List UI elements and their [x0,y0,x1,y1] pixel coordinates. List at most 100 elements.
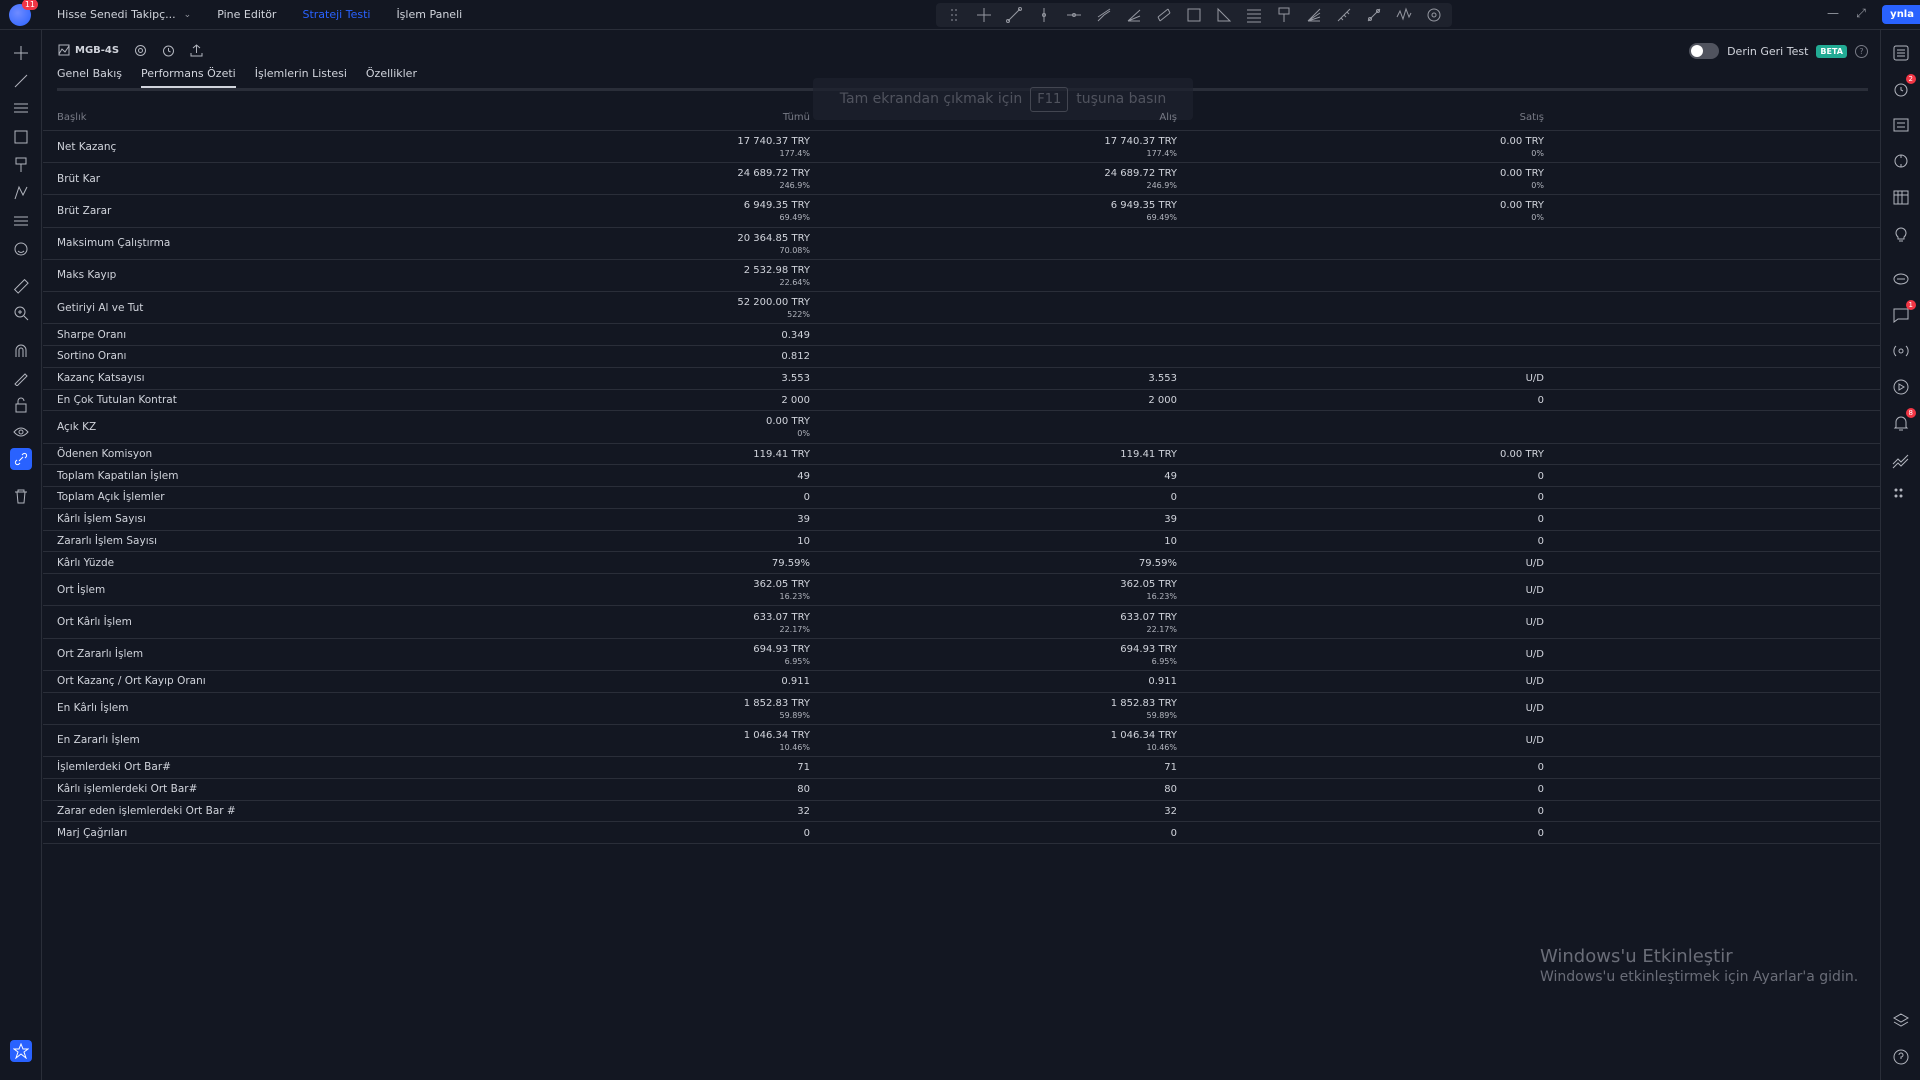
ruler-icon[interactable] [1332,4,1356,26]
strategy-tester-panel: MGB-4S Derin Geri Test BETA ? Genel Bakı… [43,31,1880,1080]
lock-icon[interactable] [10,394,32,416]
left-toolbar [0,30,42,1080]
cell-percent: 6.95% [784,656,810,666]
magnet-icon[interactable] [10,340,32,362]
menu-stock-screener[interactable]: Hisse Senedi Takipç... ⌄ [57,8,191,21]
cell-long: 0 [1171,827,1177,840]
alert-clock-icon[interactable] [161,43,175,57]
cell-value: 0 [1537,470,1544,482]
vertical-line-icon[interactable] [1032,4,1056,26]
row-title: Kârlı Yüzde [57,556,115,569]
chat-icon[interactable]: 1 [1890,300,1916,326]
zoom-icon[interactable] [10,302,32,324]
dots-menu-icon[interactable] [1890,482,1912,504]
horizontal-line-icon[interactable] [1062,4,1086,26]
streams-icon[interactable] [1890,268,1912,290]
row-title: Toplam Açık İşlemler [57,491,165,504]
help-icon[interactable]: ? [1855,44,1868,58]
trend-line-icon[interactable] [1002,4,1026,26]
play-icon[interactable] [1890,376,1912,398]
menu-stock-screener-label: Hisse Senedi Takipç... [57,8,176,21]
star-icon[interactable] [10,1040,32,1062]
top-menu: Hisse Senedi Takipç... ⌄ Pine Editör Str… [57,8,488,21]
cell-value: 0 [1537,806,1544,817]
pitchfork-icon[interactable] [1122,4,1146,26]
strategy-name[interactable]: MGB-4S [57,43,119,57]
menu-trading-panel-label: İşlem Paneli [396,8,463,21]
row-title: Getiriyi Al ve Tut [57,301,144,314]
ray-icon[interactable] [1092,4,1116,26]
tab-trades-list[interactable]: İşlemlerin Listesi [255,67,347,89]
help-circle-icon[interactable] [1890,1046,1912,1068]
fib-tool-icon[interactable] [10,98,32,120]
pattern-tool-icon[interactable] [10,182,32,204]
data-window-icon[interactable] [1890,114,1912,136]
cell-short: 0 [1538,470,1544,483]
eye-icon[interactable] [10,421,32,443]
cell-value: 0 [1537,536,1544,548]
trash-icon[interactable] [10,485,32,507]
menu-trading-panel[interactable]: İşlem Paneli [396,8,462,21]
prediction-tool-icon[interactable] [10,210,32,232]
rectangle-icon[interactable] [1182,4,1206,26]
settings-icon[interactable] [133,43,147,57]
link-icon[interactable] [10,448,32,470]
stay-drawing-icon[interactable] [10,367,32,389]
deep-test-toggle[interactable] [1689,43,1720,59]
cell-value: 1 852.83 TRY [743,697,810,709]
cell-all: 17 740.37 TRY 177.4% [737,135,810,159]
cell-percent: 522% [787,310,810,320]
gann-fan-icon[interactable] [1302,4,1326,26]
strategy-name-label: MGB-4S [75,44,120,56]
ideas-icon[interactable] [1890,222,1912,244]
calendar-icon[interactable] [1890,186,1912,208]
drawing-toolbar [936,3,1452,27]
cell-value: 17 740.37 TRY [737,136,810,148]
cell-value: 0.349 [781,329,810,341]
cell-percent: 0% [1531,181,1544,191]
watchlist-icon[interactable] [1890,42,1912,64]
row-title: Maksimum Çalıştırma [57,237,171,250]
cell-all: 633.07 TRY 22.17% [753,611,810,635]
layers-icon[interactable] [1890,1010,1912,1032]
row-title: Ort Kârlı İşlem [57,616,132,629]
drag-handle-icon[interactable] [942,4,966,26]
menu-strategy-tester-label: Strateji Testi [302,8,371,21]
minimize-icon[interactable]: — [1825,6,1841,22]
cycle-icon[interactable] [1422,4,1446,26]
tab-performance-summary[interactable]: Performans Özeti [141,67,236,89]
measure-icon[interactable] [1362,4,1386,26]
emoji-icon[interactable] [10,238,32,260]
cell-value: 2 532.98 TRY [743,264,810,276]
app-logo[interactable]: 11 [9,0,38,26]
bell-icon[interactable]: 8 [1890,408,1916,434]
row-title: Net Kazanç [57,140,117,153]
fullscreen-icon[interactable]: ⤢ [1853,6,1869,22]
annotation-tool-icon[interactable] [10,154,32,176]
trend-tool-icon[interactable] [10,70,32,92]
tab-overview[interactable]: Genel Bakış [57,67,122,89]
crosshair-icon[interactable] [972,4,996,26]
cell-value: 2 000 [781,394,810,406]
login-button[interactable]: ynla [1882,5,1920,24]
notifications-badge: 8 [1905,408,1916,418]
menu-strategy-tester[interactable]: Strateji Testi [302,8,370,21]
shape-tool-icon[interactable] [10,126,32,148]
export-icon[interactable] [189,43,203,57]
broadcast-icon[interactable] [1890,340,1912,362]
ruler-tool-icon[interactable] [10,275,32,297]
parallel-channel-icon[interactable] [1152,4,1176,26]
fib-retracement-icon[interactable] [1242,4,1266,26]
trend-chart-icon[interactable] [1890,450,1912,472]
tab-properties[interactable]: Özellikler [366,67,417,89]
hotlist-icon[interactable] [1890,150,1912,172]
alarm-clock-icon[interactable]: 2 [1890,74,1916,100]
brush-icon[interactable] [1272,4,1296,26]
cell-value: 71 [1164,762,1177,774]
table-row: Açık KZ 0.00 TRY 0% [43,411,1880,444]
elliott-wave-icon[interactable] [1392,4,1416,26]
row-title: Brüt Zarar [57,204,112,217]
menu-pine-editor[interactable]: Pine Editör [217,8,276,21]
cursor-cross-icon[interactable] [10,42,32,64]
triangle-icon[interactable] [1212,4,1236,26]
